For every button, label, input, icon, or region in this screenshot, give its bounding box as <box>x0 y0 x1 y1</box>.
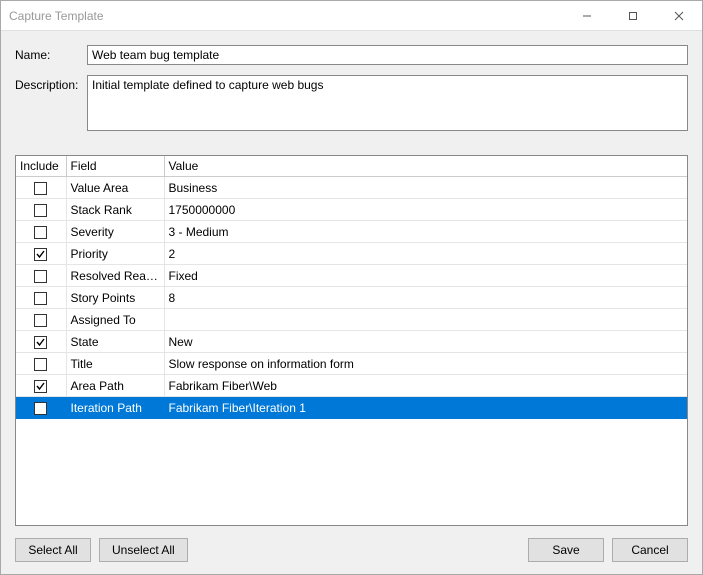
field-cell: Priority <box>66 243 164 265</box>
value-cell: 8 <box>164 287 687 309</box>
table-row[interactable]: Severity3 - Medium <box>16 221 687 243</box>
minimize-button[interactable] <box>564 1 610 30</box>
field-cell: Resolved Reason <box>66 265 164 287</box>
include-cell[interactable] <box>16 199 66 221</box>
include-cell[interactable] <box>16 243 66 265</box>
maximize-button[interactable] <box>610 1 656 30</box>
table-row[interactable]: Area PathFabrikam Fiber\Web <box>16 375 687 397</box>
include-cell[interactable] <box>16 309 66 331</box>
include-cell[interactable] <box>16 331 66 353</box>
include-cell[interactable] <box>16 375 66 397</box>
fields-grid: Include Field Value Value AreaBusinessSt… <box>15 155 688 526</box>
unselect-all-button[interactable]: Unselect All <box>99 538 188 562</box>
titlebar-buttons <box>564 1 702 30</box>
include-checkbox[interactable] <box>34 182 47 195</box>
close-icon <box>674 11 684 21</box>
description-label: Description: <box>15 75 87 131</box>
include-checkbox[interactable] <box>34 226 47 239</box>
description-row: Description: Initial template defined to… <box>15 75 688 131</box>
include-checkbox[interactable] <box>34 402 47 415</box>
include-checkbox[interactable] <box>34 248 47 261</box>
minimize-icon <box>582 11 592 21</box>
field-cell: Title <box>66 353 164 375</box>
select-all-button[interactable]: Select All <box>15 538 91 562</box>
field-cell: Story Points <box>66 287 164 309</box>
table-row[interactable]: Stack Rank1750000000 <box>16 199 687 221</box>
description-input[interactable]: Initial template defined to capture web … <box>87 75 688 131</box>
value-cell: 3 - Medium <box>164 221 687 243</box>
dialog-content: Name: Description: Initial template defi… <box>1 31 702 574</box>
value-cell: Slow response on information form <box>164 353 687 375</box>
value-cell <box>164 309 687 331</box>
value-cell: Fabrikam Fiber\Iteration 1 <box>164 397 687 419</box>
include-checkbox[interactable] <box>34 204 47 217</box>
cancel-button[interactable]: Cancel <box>612 538 688 562</box>
table-row[interactable]: Resolved ReasonFixed <box>16 265 687 287</box>
value-cell: 2 <box>164 243 687 265</box>
value-cell: Fixed <box>164 265 687 287</box>
include-checkbox[interactable] <box>34 358 47 371</box>
maximize-icon <box>628 11 638 21</box>
include-cell[interactable] <box>16 221 66 243</box>
include-checkbox[interactable] <box>34 380 47 393</box>
name-input[interactable] <box>87 45 688 65</box>
grid-empty-area <box>16 419 687 525</box>
name-row: Name: <box>15 45 688 65</box>
field-cell: Assigned To <box>66 309 164 331</box>
table-row[interactable]: Story Points8 <box>16 287 687 309</box>
window-title: Capture Template <box>9 9 104 23</box>
include-checkbox[interactable] <box>34 336 47 349</box>
include-checkbox[interactable] <box>34 314 47 327</box>
header-value[interactable]: Value <box>164 156 687 177</box>
include-checkbox[interactable] <box>34 292 47 305</box>
header-field[interactable]: Field <box>66 156 164 177</box>
include-cell[interactable] <box>16 353 66 375</box>
table-row[interactable]: TitleSlow response on information form <box>16 353 687 375</box>
include-cell[interactable] <box>16 397 66 419</box>
table-row[interactable]: Iteration PathFabrikam Fiber\Iteration 1 <box>16 397 687 419</box>
field-cell: Value Area <box>66 177 164 199</box>
value-cell: New <box>164 331 687 353</box>
field-cell: State <box>66 331 164 353</box>
field-cell: Iteration Path <box>66 397 164 419</box>
save-button[interactable]: Save <box>528 538 604 562</box>
include-cell[interactable] <box>16 287 66 309</box>
field-cell: Stack Rank <box>66 199 164 221</box>
value-cell: 1750000000 <box>164 199 687 221</box>
button-row: Select All Unselect All Save Cancel <box>15 538 688 562</box>
include-cell[interactable] <box>16 177 66 199</box>
table-row[interactable]: StateNew <box>16 331 687 353</box>
table-row[interactable]: Value AreaBusiness <box>16 177 687 199</box>
table-header-row: Include Field Value <box>16 156 687 177</box>
include-cell[interactable] <box>16 265 66 287</box>
table-row[interactable]: Assigned To <box>16 309 687 331</box>
fields-table: Include Field Value Value AreaBusinessSt… <box>16 156 687 419</box>
name-label: Name: <box>15 45 87 65</box>
include-checkbox[interactable] <box>34 270 47 283</box>
header-include[interactable]: Include <box>16 156 66 177</box>
table-row[interactable]: Priority2 <box>16 243 687 265</box>
button-spacer <box>196 538 520 562</box>
close-button[interactable] <box>656 1 702 30</box>
field-cell: Area Path <box>66 375 164 397</box>
dialog-window: Capture Template Name: Description: Init… <box>0 0 703 575</box>
field-cell: Severity <box>66 221 164 243</box>
value-cell: Business <box>164 177 687 199</box>
value-cell: Fabrikam Fiber\Web <box>164 375 687 397</box>
titlebar: Capture Template <box>1 1 702 31</box>
